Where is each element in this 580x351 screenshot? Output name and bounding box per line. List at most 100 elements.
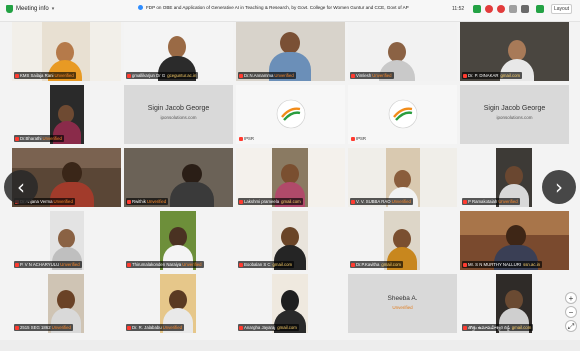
name-badge: Dr.N.Annamma Unverified xyxy=(238,72,296,79)
window-icon[interactable] xyxy=(509,5,517,13)
mic-muted-icon xyxy=(463,73,467,78)
mic-muted-icon xyxy=(463,262,467,267)
participant-name: Sigin Jacob George xyxy=(147,105,210,112)
participant-head xyxy=(388,42,406,62)
name-badge: Anargha Jayaraj gmail.com xyxy=(238,324,299,331)
video-tile[interactable]: తొత్తు ఉమామహేశ్వర రెడ్డి gmail.com xyxy=(460,274,569,333)
participant-head xyxy=(168,36,186,58)
meeting-title-text: FDP on OBE and Application of Generative… xyxy=(146,5,409,10)
name-badge: IPSR xyxy=(350,135,368,142)
participant-head xyxy=(280,32,300,54)
name-badge: IPSR xyxy=(238,135,256,142)
name-badge: gmallikarjun Dr G gceguntur.ac.in xyxy=(126,72,199,79)
shield-status-icon[interactable] xyxy=(536,5,544,13)
name-badge: KMS Sailaja Rani Unverified xyxy=(14,72,76,79)
green-status-icon[interactable] xyxy=(473,5,481,13)
mic-muted-icon xyxy=(463,199,467,204)
participant-head xyxy=(506,225,526,247)
name-badge: P. V N ACHARYULU Unverified xyxy=(14,261,82,268)
zoom-in-button[interactable]: + xyxy=(565,292,577,304)
ipsr-logo-icon xyxy=(276,99,306,129)
name-badge: Vimlesh Unverified xyxy=(350,72,394,79)
ipsr-logo-icon xyxy=(388,99,418,129)
zoom-reset-button[interactable]: ⤢ xyxy=(565,320,577,332)
name-badge: P Ramakotaiah Unverified xyxy=(462,198,520,205)
mic-muted-icon xyxy=(15,262,19,267)
video-tile[interactable]: IPSR xyxy=(236,85,345,144)
mic-muted-icon xyxy=(239,199,243,204)
top-bar: Meeting info ▾ FDP on OBE and Applicatio… xyxy=(0,0,580,22)
video-tile[interactable]: Thirumalakonden Naraiya Unverified xyxy=(124,211,233,270)
video-tile[interactable]: Anargha Jayaraj gmail.com xyxy=(236,274,345,333)
name-badge: Dr.Bharathi Unverified xyxy=(14,135,64,142)
video-tile[interactable]: P. V N ACHARYULU Unverified xyxy=(12,211,121,270)
chevron-right-icon: › xyxy=(555,175,563,199)
video-tile[interactable]: Dr. P. DINAKAR gmail.com xyxy=(460,22,569,81)
video-tile[interactable]: Dr.P.Kavitha gmail.com xyxy=(348,211,457,270)
video-tile[interactable]: Boobalan S C gmail.com xyxy=(236,211,345,270)
participant-head xyxy=(393,229,411,249)
participant-head xyxy=(505,290,523,310)
mic-muted-icon xyxy=(127,199,131,204)
video-tile[interactable]: Mr. S N MURTHY NALLURI ssn.ac.in xyxy=(460,211,569,270)
mic-muted-icon xyxy=(127,262,131,267)
name-badge: Dr. P. DINAKAR gmail.com xyxy=(462,72,523,79)
participant-head xyxy=(508,40,526,61)
recording-status-icon[interactable] xyxy=(485,5,493,13)
participant-head xyxy=(169,227,187,247)
next-page-button[interactable]: › xyxy=(542,170,576,204)
participant-org: iponsolutions.com xyxy=(160,115,197,120)
mic-muted-icon xyxy=(239,73,243,78)
video-tile[interactable]: KMS Sailaja Rani Unverified xyxy=(12,22,121,81)
chevron-down-icon: ▾ xyxy=(51,6,55,12)
meeting-info-label: Meeting info xyxy=(16,6,49,12)
name-badge: Boobalan S C gmail.com xyxy=(238,261,295,268)
participant-head xyxy=(281,164,299,184)
name-badge: V. V. SUBBA RAO Unverified xyxy=(350,198,413,205)
mic-muted-icon xyxy=(239,262,243,267)
video-tile[interactable]: Vimlesh Unverified xyxy=(348,22,457,81)
layout-button[interactable]: Layout xyxy=(551,4,573,14)
video-tile[interactable]: V. V. SUBBA RAO Unverified xyxy=(348,148,457,207)
participant-body xyxy=(170,182,214,207)
video-tile[interactable]: Lakshmi prameela gmail.com xyxy=(236,148,345,207)
meeting-info-button[interactable]: Meeting info ▾ xyxy=(6,5,54,13)
video-tile[interactable]: Dr.Bharathi Unverified xyxy=(12,85,121,144)
previous-page-button[interactable]: ‹ xyxy=(4,170,38,204)
participant-head xyxy=(58,229,75,248)
participant-head xyxy=(281,227,299,247)
mic-muted-icon xyxy=(127,325,131,330)
participant-head xyxy=(57,290,75,310)
mic-muted-icon xyxy=(15,325,19,330)
mic-muted-icon xyxy=(239,136,243,141)
participant-name: Sheeba A. xyxy=(387,295,418,302)
shield-icon xyxy=(6,5,13,13)
participant-head xyxy=(169,290,187,310)
video-tile[interactable]: Sheeba A. Unverified xyxy=(348,274,457,333)
name-badge: Dr.P.Kavitha gmail.com xyxy=(350,261,403,268)
participant-head xyxy=(62,162,82,184)
participant-status: Unverified xyxy=(392,305,413,310)
video-tile[interactable]: Rwithik Unverified xyxy=(124,148,233,207)
video-tile[interactable]: Dr. R. Jalababu Unverified xyxy=(124,274,233,333)
video-tile[interactable]: gmallikarjun Dr G gceguntur.ac.in xyxy=(124,22,233,81)
name-badge: Rwithik Unverified xyxy=(126,198,169,205)
fullscreen-icon[interactable] xyxy=(521,5,529,13)
name-badge: తొత్తు ఉమామహేశ్వర రెడ్డి gmail.com xyxy=(462,324,534,331)
zoom-out-button[interactable]: − xyxy=(565,306,577,318)
mic-muted-icon xyxy=(351,262,355,267)
video-tile[interactable]: Dr.N.Annamma Unverified xyxy=(236,22,345,81)
participant-name: Sigin Jacob George xyxy=(483,105,546,112)
video-tile[interactable]: Sigin Jacob George iponsolutions.com xyxy=(124,85,233,144)
video-tile[interactable]: IPSR xyxy=(348,85,457,144)
chevron-left-icon: ‹ xyxy=(17,175,25,199)
name-badge: Lakshmi prameela gmail.com xyxy=(238,198,303,205)
alert-icon[interactable] xyxy=(497,5,505,13)
mic-muted-icon xyxy=(239,325,243,330)
video-tile[interactable]: Sigin Jacob George iponsolutions.com xyxy=(460,85,569,144)
mic-muted-icon xyxy=(351,73,355,78)
video-tile[interactable]: 2515 SEG 1862 Unverified xyxy=(12,274,121,333)
video-grid: KMS Sailaja Rani Unverified gmallikarjun… xyxy=(12,22,569,340)
participant-head xyxy=(281,290,299,312)
mic-muted-icon xyxy=(463,325,467,330)
